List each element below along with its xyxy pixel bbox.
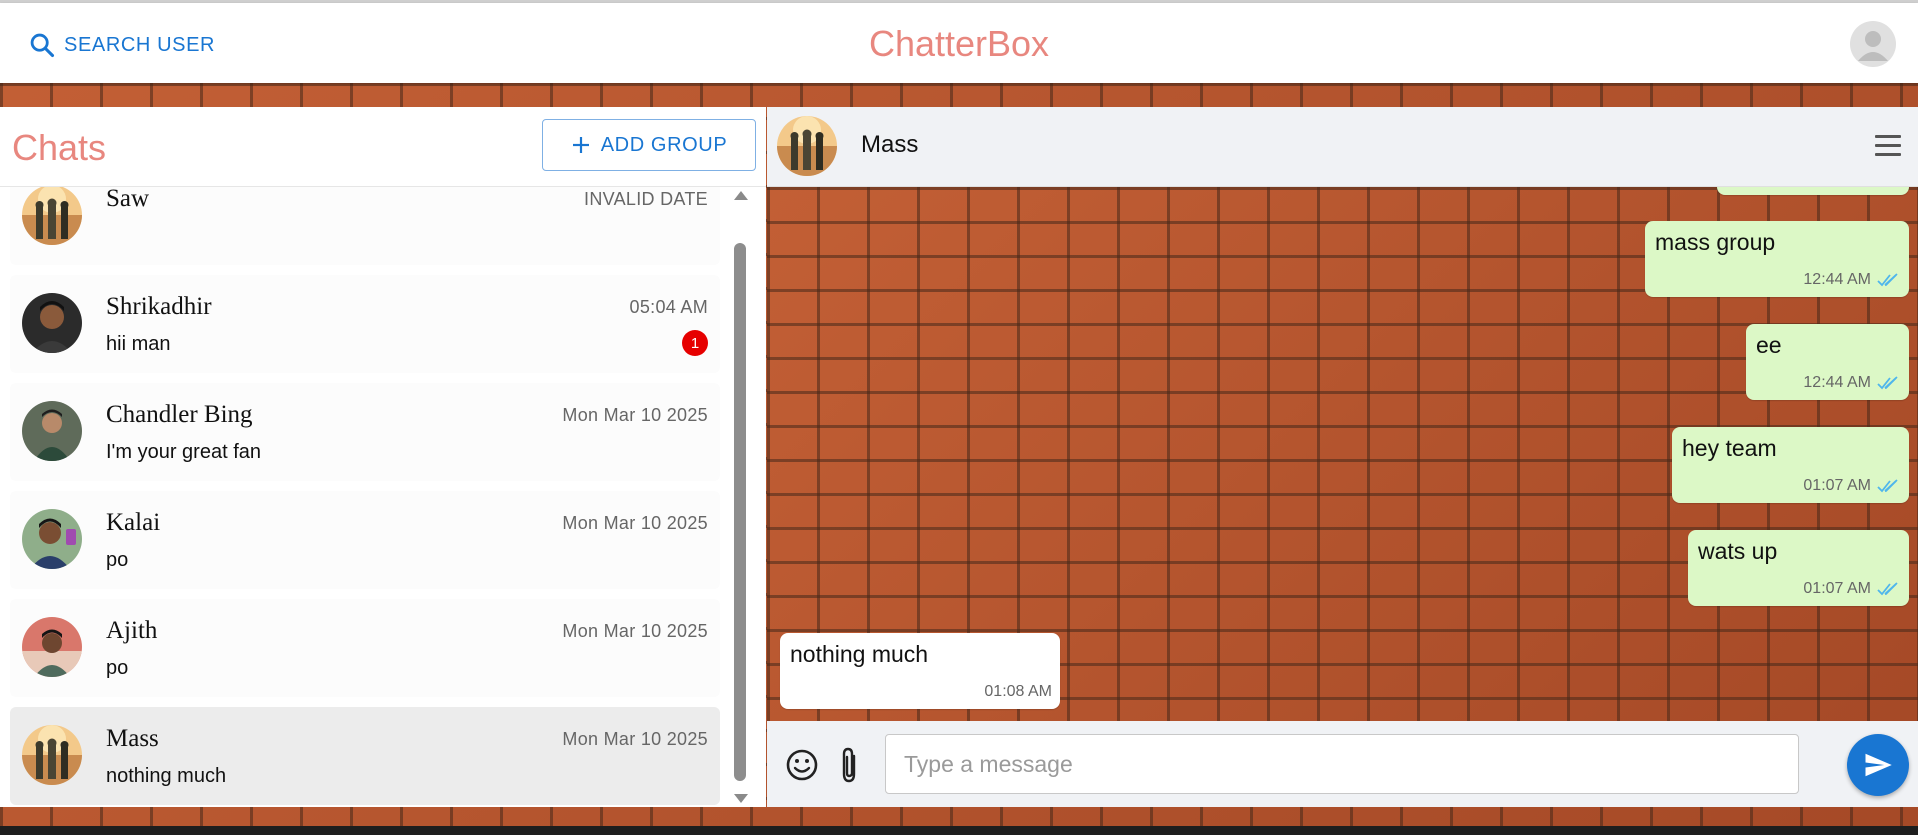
- add-group-label: ADD GROUP: [600, 133, 728, 156]
- chat-item-shrikadhir[interactable]: Shrikadhir 05:04 AM hii man 1: [10, 275, 720, 373]
- chat-name: Saw: [106, 187, 150, 212]
- chat-name: Kalai: [106, 509, 161, 536]
- message-time: 12:44 AM: [1803, 271, 1871, 288]
- avatar: [22, 401, 82, 461]
- scroll-up-arrow-icon[interactable]: [734, 191, 748, 200]
- message-composer: [767, 721, 1918, 807]
- double-check-icon: [1877, 479, 1901, 493]
- message-time: 12:44 AM: [1803, 374, 1871, 391]
- chat-date: Mon Mar 10 2025: [562, 405, 708, 425]
- chat-list: Saw INVALID DATE Shrikadhir 05:04 AM hii…: [0, 187, 730, 807]
- send-button[interactable]: [1847, 734, 1909, 796]
- chat-list-scrollbar[interactable]: [732, 187, 748, 807]
- message-bubble-incoming: nothing much 01:08 AM: [780, 633, 1060, 709]
- smiley-icon: [786, 749, 818, 781]
- message-input[interactable]: [885, 734, 1799, 794]
- chat-item-mass[interactable]: Mass Mon Mar 10 2025 nothing much: [10, 707, 720, 805]
- conversation-panel: Mass mass group 12:44 AM ee 12:44 AM hey…: [767, 107, 1918, 807]
- double-check-icon: [1877, 376, 1901, 390]
- paperclip-icon: [842, 747, 856, 783]
- last-message: I'm your great fan: [106, 441, 261, 463]
- hamburger-menu-icon[interactable]: [1875, 135, 1901, 157]
- chats-title: Chats: [12, 127, 107, 168]
- scroll-down-arrow-icon[interactable]: [734, 794, 748, 803]
- message-meta: 01:08 AM: [984, 683, 1052, 701]
- user-avatar-icon: [1858, 31, 1888, 61]
- conversation-avatar[interactable]: [777, 116, 837, 176]
- avatar: [22, 293, 82, 353]
- chat-item-ajith[interactable]: Ajith Mon Mar 10 2025 po: [10, 599, 720, 697]
- chat-list-header: Chats ADD GROUP: [0, 107, 766, 187]
- message-bubble: mass group 12:44 AM: [1645, 221, 1909, 297]
- double-check-icon: [1877, 273, 1901, 287]
- last-message: nothing much: [106, 765, 227, 787]
- avatar: [22, 509, 82, 569]
- chat-item-chandler-bing[interactable]: Chandler Bing Mon Mar 10 2025 I'm your g…: [10, 383, 720, 481]
- chat-name: Shrikadhir: [106, 293, 212, 320]
- scroll-thumb[interactable]: [734, 243, 746, 781]
- message-meta: 12:44 AM: [1803, 271, 1901, 289]
- chat-date: Mon Mar 10 2025: [562, 729, 708, 749]
- message-time: 01:08 AM: [984, 683, 1052, 700]
- message-meta: 01:07 AM: [1803, 477, 1901, 495]
- plus-icon: [572, 137, 589, 153]
- message-bubble: ee 12:44 AM: [1746, 324, 1909, 400]
- message-bubble: hey team 01:07 AM: [1672, 427, 1909, 503]
- avatar: [22, 617, 82, 677]
- chat-item-saw[interactable]: Saw INVALID DATE: [10, 187, 720, 265]
- conversation-header: Mass: [767, 107, 1918, 187]
- chat-name: Ajith: [106, 617, 158, 644]
- double-check-icon: [1877, 582, 1901, 596]
- message-time: 01:07 AM: [1803, 477, 1871, 494]
- profile-avatar-button[interactable]: [1850, 21, 1896, 67]
- conversation-name[interactable]: Mass: [861, 131, 918, 159]
- last-message: po: [106, 657, 129, 679]
- chat-list-panel: Chats ADD GROUP Saw INVALID DATE Shrikad…: [0, 107, 766, 807]
- message-text: hey team: [1682, 435, 1777, 461]
- chat-item-kalai[interactable]: Kalai Mon Mar 10 2025 po: [10, 491, 720, 589]
- last-message: hii man: [106, 333, 171, 355]
- chat-date: Mon Mar 10 2025: [562, 621, 708, 641]
- message-text: ee: [1756, 332, 1782, 358]
- message-text: mass group: [1655, 229, 1776, 255]
- message-time: 01:07 AM: [1803, 580, 1871, 597]
- chat-date: 05:04 AM: [629, 297, 708, 317]
- attach-button[interactable]: [837, 746, 861, 784]
- app-title: ChatterBox: [868, 23, 1050, 64]
- message-meta: 12:44 AM: [1803, 374, 1901, 392]
- message-area: mass group 12:44 AM ee 12:44 AM hey team…: [767, 187, 1918, 721]
- emoji-button[interactable]: [785, 748, 819, 782]
- avatar: [22, 725, 82, 785]
- app-header: SEARCH USER ChatterBox: [0, 3, 1918, 83]
- unread-badge: 1: [682, 330, 708, 356]
- chat-name: Chandler Bing: [106, 401, 253, 428]
- add-group-button[interactable]: ADD GROUP: [542, 119, 756, 171]
- bottom-edge: [0, 826, 1918, 835]
- message-bubble: wats up 01:07 AM: [1688, 530, 1909, 606]
- message-text: nothing much: [790, 641, 929, 667]
- send-icon: [1865, 753, 1892, 777]
- message-meta: 01:07 AM: [1803, 580, 1901, 598]
- message-bubble-partial: [1717, 187, 1909, 195]
- chat-date: Mon Mar 10 2025: [562, 513, 708, 533]
- last-message: po: [106, 549, 129, 571]
- message-text: wats up: [1698, 538, 1778, 564]
- chat-date: INVALID DATE: [584, 189, 708, 209]
- chat-name: Mass: [106, 725, 159, 752]
- avatar: [22, 187, 82, 245]
